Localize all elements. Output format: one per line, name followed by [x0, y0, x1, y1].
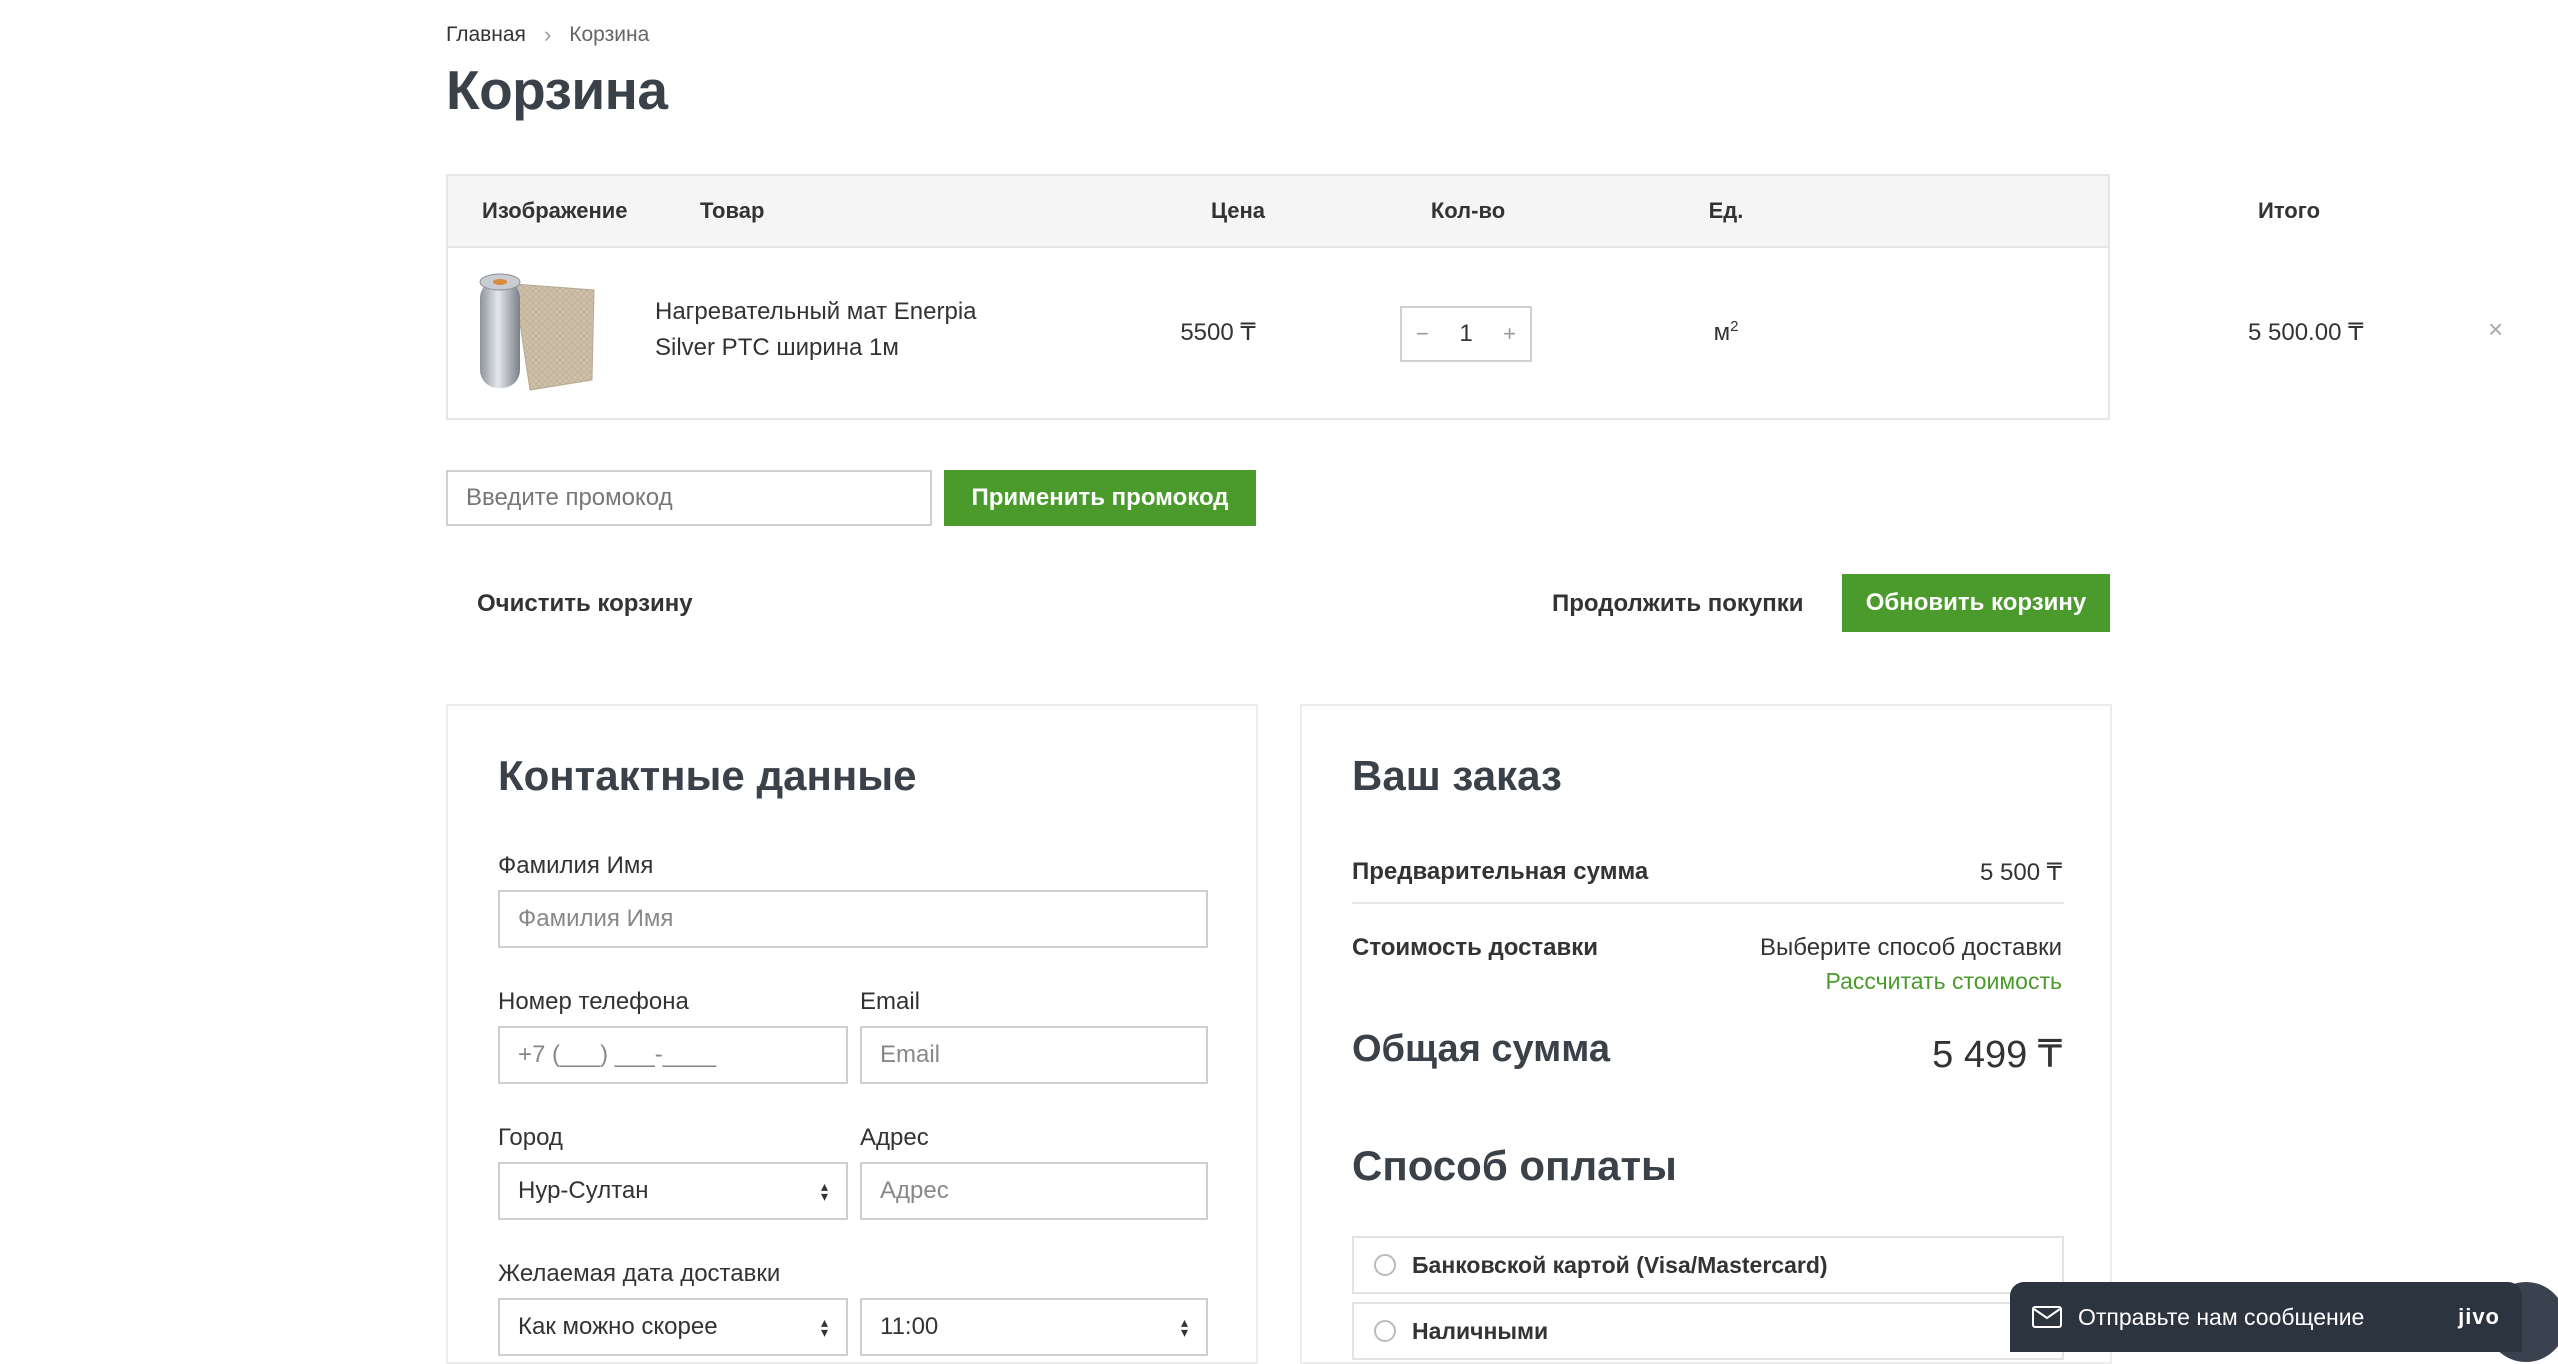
city-select-value: Нур-Султан	[518, 1177, 649, 1204]
contacts-title: Контактные данные	[498, 752, 917, 799]
address-field[interactable]	[860, 1162, 1208, 1220]
envelope-icon	[2032, 1306, 2062, 1328]
unit-label: м	[1713, 319, 1731, 346]
col-header-image: Изображение	[482, 198, 628, 223]
order-title: Ваш заказ	[1352, 752, 1562, 799]
phone-label: Номер телефона	[498, 988, 689, 1015]
select-arrows-icon: ▴ ▾	[820, 1314, 828, 1340]
delivery-date-select[interactable]: Как можно скорее ▴ ▾	[498, 1298, 848, 1356]
grand-total-value: 5 499 ₸	[1932, 1034, 2062, 1076]
product-unit: м2	[1676, 318, 1776, 347]
order-panel: Ваш заказ Предварительная сумма 5 500 ₸ …	[1300, 704, 2112, 1364]
delivery-time-value: 11:00	[880, 1313, 939, 1340]
product-image[interactable]	[470, 270, 596, 394]
address-label: Адрес	[860, 1124, 929, 1151]
email-label: Email	[860, 988, 921, 1015]
cart-table: Изображение Товар Цена Кол-во Ед. Итого	[446, 174, 2503, 420]
payment-option-label: Банковской картой (Visa/Mastercard)	[1412, 1251, 1828, 1278]
select-arrows-icon: ▴ ▾	[1180, 1314, 1188, 1340]
update-cart-button[interactable]: Обновить корзину	[1842, 574, 2110, 632]
breadcrumb: Главная › Корзина	[446, 22, 649, 48]
promo-code-input[interactable]	[446, 470, 932, 526]
delivery-cost-label: Стоимость доставки	[1352, 934, 1599, 961]
col-header-qty: Кол-во	[1430, 198, 1506, 223]
name-label: Фамилия Имя	[498, 852, 654, 879]
quantity-stepper: − 1 +	[1400, 306, 1532, 362]
delivery-cost-value: Выберите способ доставки	[1759, 934, 2062, 961]
clear-cart-button[interactable]: Очистить корзину	[477, 590, 693, 618]
city-select[interactable]: Нур-Султан ▴ ▾	[498, 1162, 848, 1220]
name-field[interactable]	[498, 890, 1208, 948]
payment-option-cash[interactable]: Наличными	[1352, 1302, 2064, 1360]
payment-option-card[interactable]: Банковской картой (Visa/Mastercard)	[1352, 1236, 2064, 1294]
order-divider	[1352, 902, 2064, 904]
cart-table-header: Изображение Товар Цена Кол-во Ед. Итого	[448, 176, 2320, 248]
payment-title: Способ оплаты	[1352, 1142, 1677, 1189]
plus-icon[interactable]: +	[1503, 321, 1516, 347]
quantity-value[interactable]: 1	[1459, 320, 1472, 348]
delivery-time-select[interactable]: 11:00 ▴ ▾	[860, 1298, 1208, 1356]
unit-superscript: 2	[1730, 318, 1739, 335]
apply-promo-button[interactable]: Применить промокод	[944, 470, 1256, 526]
close-icon[interactable]: ×	[2488, 314, 2503, 345]
subtotal-value: 5 500 ₸	[1980, 859, 2062, 886]
breadcrumb-current: Корзина	[569, 23, 650, 46]
page-title: Корзина	[446, 59, 668, 121]
subtotal-label: Предварительная сумма	[1352, 858, 1649, 885]
minus-icon[interactable]: −	[1416, 321, 1429, 347]
contacts-panel: Контактные данные Фамилия Имя Номер теле…	[446, 704, 1258, 1364]
radio-button[interactable]	[1374, 1254, 1396, 1276]
col-header-product: Товар	[700, 198, 765, 223]
delivery-date-value: Как можно скорее	[518, 1313, 718, 1340]
product-name-link[interactable]: Нагревательный мат Enerpia Silver PTC ши…	[655, 294, 1025, 366]
city-label: Город	[498, 1124, 563, 1151]
radio-button[interactable]	[1374, 1320, 1396, 1342]
payment-option-label: Наличными	[1412, 1317, 1549, 1344]
delivery-date-label: Желаемая дата доставки	[498, 1260, 781, 1287]
chat-widget-label: Отправьте нам сообщение	[2078, 1303, 2365, 1330]
chat-brand-logo: jivo	[2458, 1304, 2500, 1329]
select-arrows-icon: ▴ ▾	[820, 1178, 828, 1204]
product-price: 5500 ₸	[1180, 319, 1256, 346]
col-header-total: Итого	[2258, 198, 2321, 223]
grand-total-label: Общая сумма	[1352, 1028, 1611, 1070]
col-header-unit: Ед.	[1708, 198, 1744, 223]
continue-shopping-button[interactable]: Продолжить покупки	[1552, 590, 1804, 618]
chevron-right-icon: ›	[543, 22, 552, 47]
email-field[interactable]	[860, 1026, 1208, 1084]
calculate-delivery-link[interactable]: Рассчитать стоимость	[1826, 968, 2062, 995]
product-total: 5 500.00 ₸	[2248, 319, 2364, 346]
phone-field[interactable]	[498, 1026, 848, 1084]
col-header-price: Цена	[1210, 198, 1266, 223]
breadcrumb-home-link[interactable]: Главная	[446, 23, 526, 47]
chat-widget-button[interactable]: Отправьте нам сообщение jivo	[2010, 1282, 2522, 1352]
